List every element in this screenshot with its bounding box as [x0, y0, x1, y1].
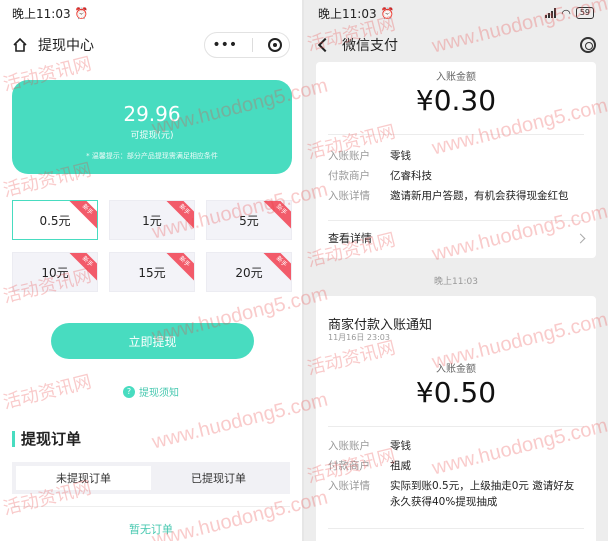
newbie-tag: 新手: [66, 253, 97, 283]
chat-header: 微信支付: [304, 30, 608, 60]
newbie-tag: 新手: [260, 201, 291, 231]
amount-option-5[interactable]: 5元 新手: [206, 200, 292, 240]
newbie-tag: 新手: [163, 201, 194, 231]
withdraw-center-screen: 晚上11:03 ⏰ ◠ 64 提现中心 ••• 29.96 可提现(元) * 温…: [0, 0, 302, 541]
notice-title: 商家付款入账通知: [328, 318, 433, 333]
detail-row: 入账详情 实际到账0.5元，上级抽走0元 邀请好友永久获得40%提现抽成: [328, 480, 575, 508]
payment-card: 商家付款入账通知 11月16日 23:03 入账金额 ¥0.50 入账账户 零钱…: [316, 296, 596, 541]
amount-option-15[interactable]: 15元 新手: [109, 252, 195, 292]
balance-card: 29.96 可提现(元) * 温馨提示：部分产品提现需满足相应条件: [12, 80, 292, 174]
amount-value: ¥0.30: [415, 84, 497, 117]
amount-label: 入账金额: [436, 364, 476, 375]
page-title: 提现中心: [38, 38, 94, 54]
back-icon[interactable]: [317, 37, 333, 53]
newbie-tag: 新手: [260, 253, 291, 283]
amount-option-1[interactable]: 1元 新手: [109, 200, 195, 240]
balance-note: * 温馨提示：部分产品提现需满足相应条件: [86, 152, 218, 160]
mini-program-capsule: •••: [204, 32, 290, 58]
detail-row: 付款商户 亿睿科技: [328, 170, 432, 182]
detail-row: 付款商户 祖威: [328, 460, 411, 472]
empty-orders-text: 暂无订单: [129, 523, 173, 536]
orders-section-title: 提现订单: [12, 428, 81, 449]
withdraw-now-button[interactable]: 立即提现: [51, 323, 254, 359]
message-timestamp: 晚上11:03: [434, 277, 478, 287]
detail-row: 入账账户 零钱: [328, 150, 411, 162]
signal-icon: [545, 8, 557, 18]
amount-value: ¥0.50: [415, 376, 497, 409]
gear-icon[interactable]: [580, 37, 596, 53]
status-time: 晚上11:03: [318, 6, 377, 21]
order-tabs: 未提现订单 已提现订单: [12, 462, 290, 494]
detail-row: 入账账户 零钱: [328, 440, 411, 452]
view-details-link[interactable]: 查看详情: [328, 230, 586, 246]
balance-label: 可提现(元): [130, 131, 174, 141]
close-target-icon[interactable]: [267, 38, 282, 52]
wifi-icon: ◠: [561, 6, 571, 20]
amount-label: 入账金额: [436, 72, 476, 83]
alarm-icon: ⏰: [74, 6, 89, 20]
chevron-right-icon: [575, 233, 586, 243]
detail-row: 入账详情 邀请新用户答题，有机会获得现金红包: [328, 190, 569, 202]
notice-date: 11月16日 23:03: [328, 333, 390, 342]
page-header: 提现中心 •••: [0, 30, 302, 60]
battery-icon: 59: [575, 7, 594, 19]
amount-options: 0.5元 新手 1元 新手 5元 新手 10元 新手 15元 新手 20元 新手: [12, 200, 292, 292]
balance-amount: 29.96: [123, 102, 181, 126]
amount-option-10[interactable]: 10元 新手: [12, 252, 98, 292]
help-icon: ?: [123, 385, 135, 398]
tab-pending-orders[interactable]: 未提现订单: [16, 466, 151, 490]
newbie-tag: 新手: [66, 201, 97, 231]
newbie-tag: 新手: [163, 253, 194, 283]
wechat-pay-screen: 晚上11:03 ⏰ ◠ 59 微信支付 入账金额 ¥0.30 入账账户 零钱 付…: [304, 0, 608, 541]
status-time: 晚上11:03: [12, 6, 71, 21]
alarm-icon: ⏰: [380, 6, 395, 20]
status-bar: 晚上11:03 ⏰ ◠ 64: [0, 0, 302, 26]
chat-title: 微信支付: [342, 38, 398, 54]
withdraw-notice-link[interactable]: ? 提现须知: [0, 384, 302, 399]
home-icon[interactable]: [12, 37, 28, 53]
tab-completed-orders[interactable]: 已提现订单: [151, 466, 286, 490]
more-menu-icon[interactable]: •••: [212, 37, 237, 53]
amount-option-0-5[interactable]: 0.5元 新手: [12, 200, 98, 240]
amount-option-20[interactable]: 20元 新手: [206, 252, 292, 292]
payment-card: 入账金额 ¥0.30 入账账户 零钱 付款商户 亿睿科技 入账详情 邀请新用户答…: [316, 62, 596, 258]
status-bar: 晚上11:03 ⏰ ◠ 59: [304, 0, 608, 26]
